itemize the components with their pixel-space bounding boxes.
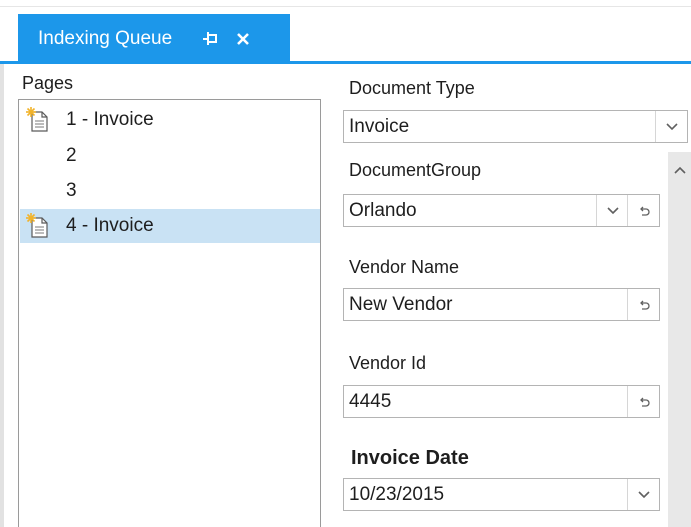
page-item-label: 1 - Invoice: [66, 109, 154, 130]
new-document-icon: [26, 213, 50, 239]
page-item-label: 4 - Invoice: [66, 215, 154, 236]
panel-left-border: [0, 64, 4, 527]
pages-label: Pages: [22, 73, 74, 93]
document-group-value: Orlando: [349, 200, 417, 221]
window-top-strip: [0, 0, 691, 14]
undo-icon[interactable]: [627, 386, 659, 417]
chevron-down-icon[interactable]: [627, 479, 659, 510]
vendor-id-field[interactable]: 4445: [343, 385, 660, 418]
document-group-select[interactable]: Orlando: [343, 194, 660, 227]
tab-title: Indexing Queue: [38, 28, 173, 49]
undo-icon[interactable]: [627, 289, 659, 320]
vendor-name-value: New Vendor: [349, 294, 453, 315]
document-type-select[interactable]: Invoice: [343, 110, 688, 143]
vendor-name-label: Vendor Name: [349, 257, 460, 277]
page-item-4[interactable]: 4 - Invoice: [20, 209, 320, 243]
page-item-label: 3: [66, 180, 77, 201]
invoice-date-label: Invoice Date: [351, 447, 469, 469]
pin-icon[interactable]: [202, 30, 220, 48]
document-type-value: Invoice: [349, 116, 410, 137]
document-tab-row: Indexing Queue: [0, 14, 691, 64]
undo-icon[interactable]: [627, 195, 659, 226]
document-group-label: DocumentGroup: [349, 160, 482, 180]
chevron-down-icon[interactable]: [596, 195, 628, 226]
close-icon[interactable]: [234, 30, 252, 48]
page-item-label: 2: [66, 145, 77, 166]
vendor-name-field[interactable]: New Vendor: [343, 288, 660, 321]
invoice-date-picker[interactable]: 10/23/2015: [343, 478, 660, 511]
chevron-down-icon[interactable]: [655, 111, 687, 142]
vendor-id-label: Vendor Id: [349, 353, 427, 373]
document-type-label: Document Type: [349, 78, 475, 98]
page-item-2[interactable]: 2: [20, 139, 320, 173]
invoice-date-value: 10/23/2015: [349, 484, 445, 505]
page-item-3[interactable]: 3: [20, 174, 320, 208]
page-item-1[interactable]: 1 - Invoice: [20, 103, 320, 137]
pages-list[interactable]: 1 - Invoice 2 3 4 - Invoice: [18, 99, 321, 527]
new-document-icon: [26, 107, 50, 133]
vertical-scrollbar[interactable]: [668, 152, 691, 527]
tab-indexing-queue[interactable]: Indexing Queue: [18, 14, 290, 64]
vendor-id-value: 4445: [349, 391, 392, 412]
chevron-up-icon[interactable]: [668, 160, 691, 180]
